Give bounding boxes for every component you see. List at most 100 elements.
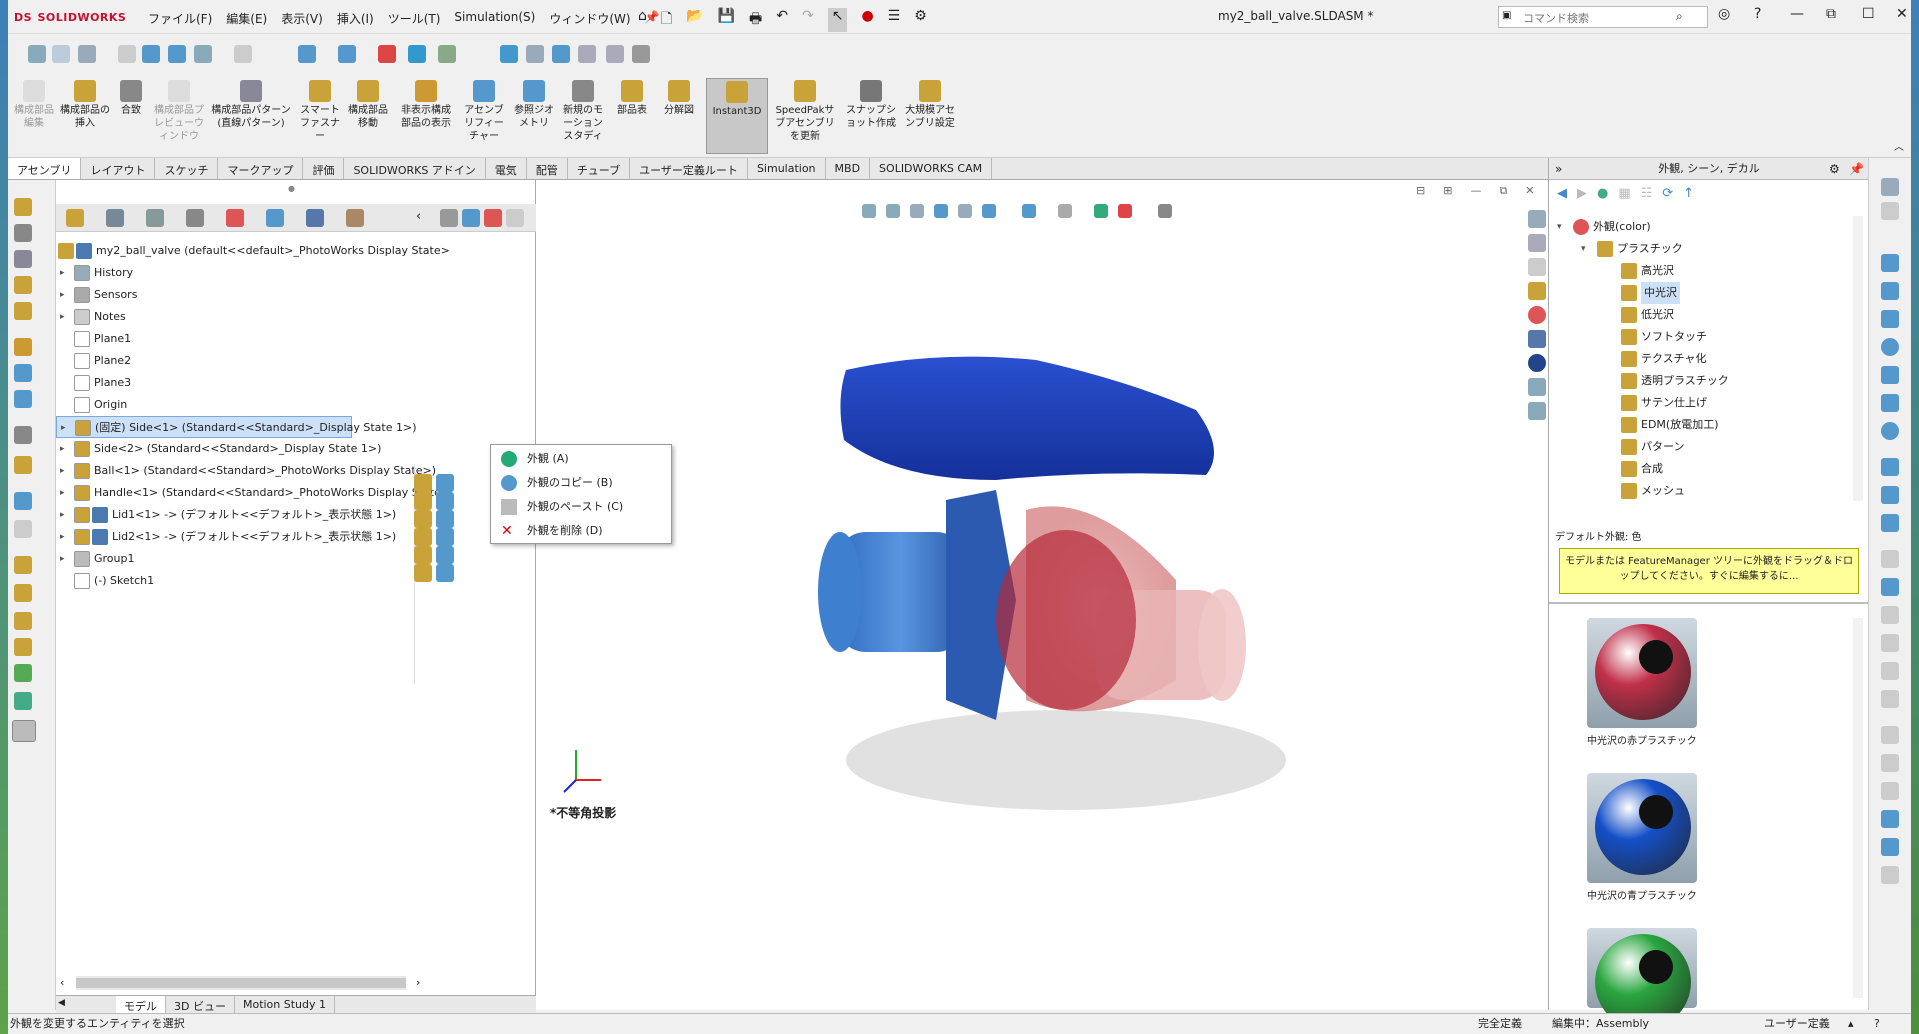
viewport-restore-icon[interactable]: ⧉	[1499, 184, 1507, 198]
tree-item[interactable]: ▸ Ball<1> (Standard<<Standard>_PhotoWorks…	[56, 460, 536, 482]
menu-item-paste-appearance[interactable]: 外観のペースト (C)	[491, 495, 671, 519]
pattern-icon[interactable]	[14, 250, 32, 268]
previous-view-icon[interactable]	[78, 45, 96, 63]
list-view-icon[interactable]: ☷	[1641, 186, 1653, 206]
repair-sketch-icon[interactable]	[1881, 754, 1899, 772]
appearance-tree-item[interactable]: テクスチャ化	[1549, 348, 1849, 370]
tree-item[interactable]: Origin	[56, 394, 536, 416]
appearance-tree-item[interactable]: サテン仕上げ	[1549, 392, 1849, 414]
menu-insert[interactable]: 挿入(I)	[337, 10, 374, 27]
home-icon[interactable]: ⌂	[638, 8, 647, 32]
menu-view[interactable]: 表示(V)	[281, 10, 323, 27]
help-icon[interactable]: ?	[1754, 6, 1761, 22]
appearance-tree-item[interactable]: パターン	[1549, 436, 1849, 458]
assembly-icon[interactable]	[578, 45, 596, 63]
viewport-right-icon[interactable]: ⊞	[1443, 184, 1452, 198]
mate-icon[interactable]	[14, 224, 32, 242]
maximize-icon[interactable]: ☐	[1862, 6, 1875, 22]
feature-manager-tab-icon[interactable]	[66, 209, 84, 227]
tab-user-routing[interactable]: ユーザー定義ルート	[630, 158, 748, 179]
refresh-icon[interactable]: ⟳	[1662, 186, 1673, 206]
panel-grip-icon[interactable]: ●	[288, 184, 295, 193]
handle-appearance-icon[interactable]	[436, 528, 454, 546]
assembly-tool-icon[interactable]	[14, 612, 32, 630]
viewport-close-icon[interactable]: ✕	[1525, 184, 1534, 198]
quick-snaps-icon[interactable]	[1881, 782, 1899, 800]
circle-icon[interactable]	[1881, 338, 1899, 356]
lid1-appearance-icon[interactable]	[436, 546, 454, 564]
handle-display-icon[interactable]	[414, 528, 432, 546]
save-icon[interactable]: 💾	[718, 8, 735, 32]
appearance-tree-item[interactable]: ▾ 外観(color)	[1549, 216, 1849, 238]
menu-edit[interactable]: 編集(E)	[226, 10, 267, 27]
tree-item[interactable]: ▸ (固定) Side<1> (Standard<<Standard>_Displ…	[56, 416, 417, 438]
appearance-tree-item[interactable]: メッシュ	[1549, 480, 1849, 501]
file-properties-icon[interactable]: ☰	[888, 8, 901, 32]
appearance-ball-icon[interactable]: ●	[1597, 186, 1608, 206]
appearance-tree-item[interactable]: 透明プラスチック	[1549, 370, 1849, 392]
insert-component-icon[interactable]	[14, 198, 32, 216]
tab-model[interactable]: モデル	[116, 996, 166, 1013]
appearance-tree-item[interactable]: EDM(放電加工)	[1549, 414, 1849, 436]
display-style-icon[interactable]	[1022, 204, 1036, 218]
lid2-display-icon[interactable]	[414, 564, 432, 582]
tree-item[interactable]: ▸ History	[56, 262, 536, 284]
ball-appearance-icon[interactable]	[436, 510, 454, 528]
relations-icon[interactable]	[1881, 726, 1899, 744]
rebuild-icon[interactable]	[118, 45, 136, 63]
home-pane-icon[interactable]	[1528, 210, 1546, 228]
tab-3d-view[interactable]: 3D ビュー	[166, 996, 235, 1013]
hide-show-items-icon[interactable]	[1058, 204, 1072, 218]
zoom-to-fit-icon[interactable]	[862, 204, 876, 218]
edit-appearance-icon[interactable]	[1094, 204, 1108, 218]
tab-piping[interactable]: 配管	[527, 158, 568, 179]
speedpak-update-button[interactable]: SpeedPakサブアセンブリを更新	[774, 80, 836, 143]
file-explorer-icon[interactable]	[1528, 282, 1546, 300]
tab-mbd[interactable]: MBD	[826, 158, 871, 179]
redo-icon[interactable]: ↷	[802, 8, 814, 32]
tab-addins[interactable]: SOLIDWORKS アドイン	[344, 158, 486, 179]
cam-operation-tab-icon[interactable]	[306, 209, 324, 227]
view-orientation-icon[interactable]	[168, 45, 186, 63]
show-hidden-components-button[interactable]: 非表示構成部品の表示	[398, 80, 454, 130]
insert-component-button[interactable]: 構成部品の挿入	[60, 80, 110, 130]
component-preview-button[interactable]: 構成部品プレビューウィンドウ	[152, 80, 206, 143]
resources-icon[interactable]	[1528, 234, 1546, 252]
expand-arrow-icon[interactable]: ▸	[60, 548, 65, 570]
collapse-arrow-icon[interactable]: ▾	[1581, 238, 1586, 260]
appearances-pane-icon[interactable]	[1528, 306, 1546, 324]
apply-scene-icon[interactable]	[1118, 204, 1132, 218]
chevron-left-icon[interactable]: ‹	[416, 209, 421, 224]
speedpak-icon[interactable]	[14, 556, 32, 574]
text-icon[interactable]	[1881, 514, 1899, 532]
custom-properties-icon[interactable]	[1528, 330, 1546, 348]
convert-entities-icon[interactable]	[1881, 578, 1899, 596]
design-library-icon[interactable]	[1528, 258, 1546, 276]
appearance-tree-item[interactable]: 高光沢	[1549, 260, 1849, 282]
user-icon[interactable]: ◎	[1718, 6, 1730, 22]
expand-arrow-icon[interactable]: ▸	[60, 482, 65, 504]
render-icon[interactable]	[378, 45, 396, 63]
globe-tool-icon[interactable]	[14, 692, 32, 710]
edit-appearance-icon[interactable]	[298, 45, 316, 63]
appearance-tree-scrollbar[interactable]	[1853, 216, 1863, 501]
appearance-tree-item[interactable]: ソフトタッチ	[1549, 326, 1849, 348]
display-style-icon[interactable]	[194, 45, 212, 63]
double-chevron-icon[interactable]: »	[1555, 158, 1562, 180]
solidworks-logo[interactable]: DS SOLIDWORKS	[14, 9, 126, 25]
move-icon[interactable]	[500, 45, 518, 63]
take-snapshot-button[interactable]: スナップショット作成	[842, 80, 900, 130]
tab-simulation[interactable]: Simulation	[748, 158, 826, 179]
tree-item[interactable]: Plane3	[56, 372, 536, 394]
options-gear-icon[interactable]: ⚙	[914, 8, 927, 32]
sketch-icon[interactable]	[1881, 178, 1899, 196]
viewport-minimize-icon[interactable]: —	[1470, 184, 1481, 198]
view-settings-icon[interactable]	[1158, 204, 1172, 218]
instant3d-button[interactable]: Instant3D	[706, 78, 768, 154]
swatch-green-plastic[interactable]	[1587, 928, 1697, 1030]
forward-icon[interactable]: ▶	[1577, 186, 1587, 206]
ellipse-icon[interactable]	[1881, 422, 1899, 440]
tab-sketch[interactable]: スケッチ	[155, 158, 219, 179]
display-manager-tab-icon[interactable]	[226, 209, 244, 227]
mate-button[interactable]: 合致	[114, 80, 148, 117]
